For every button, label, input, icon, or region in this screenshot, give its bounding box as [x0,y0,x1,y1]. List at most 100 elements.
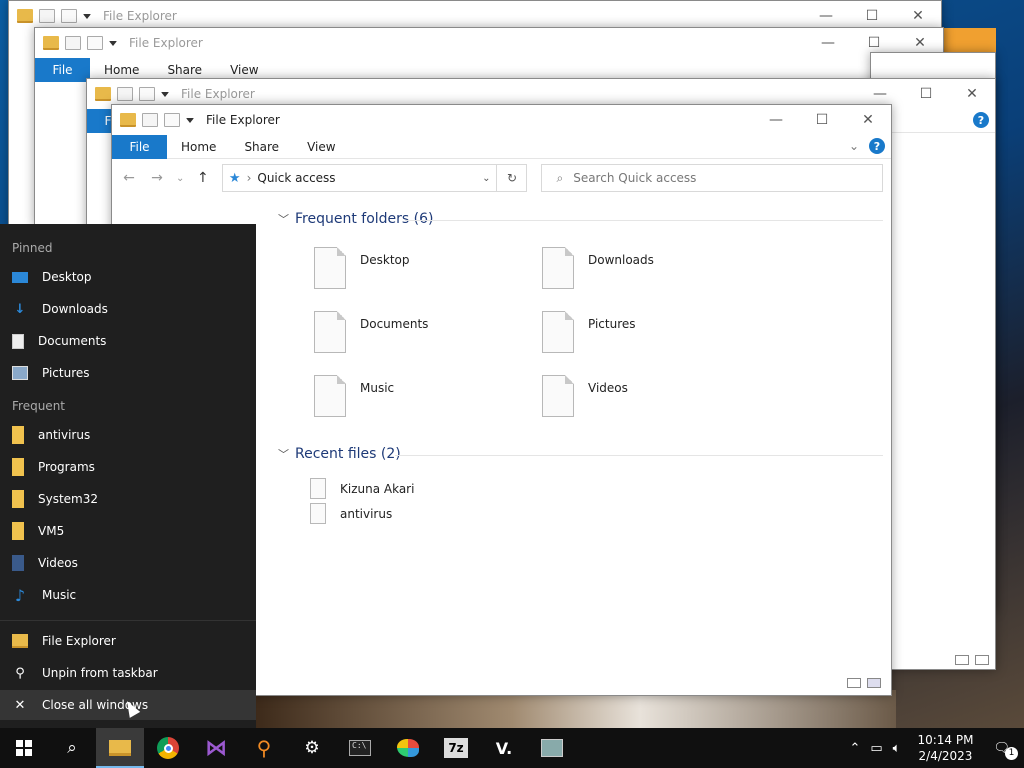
forward-button[interactable]: → [148,170,166,186]
tab-share[interactable]: Share [230,140,293,154]
taskbar-paint[interactable] [384,728,432,768]
recent-file-item[interactable]: Kizuna Akari [310,478,414,499]
taskbar-file-explorer[interactable] [96,728,144,768]
paint-icon [397,739,419,757]
frequent-folders-header[interactable]: ﹀ Frequent folders (6) [278,211,434,227]
quick-access-star-icon: ★ [228,170,241,186]
folder-tile-videos[interactable]: Videos [542,375,628,417]
taskbar-7zip[interactable]: 7z [432,728,480,768]
taskbar-visual-studio[interactable]: ⋈ [192,728,240,768]
clock[interactable]: 10:14 PM 2/4/2023 [905,732,985,764]
taskbar-magnifier[interactable]: ⚲ [240,728,288,768]
breadcrumb-chevron-icon[interactable]: › [247,171,252,185]
search-button[interactable]: ⌕ [48,728,96,768]
collapse-chevron-icon[interactable]: ﹀ [278,446,289,462]
folder-tile-pictures[interactable]: Pictures [542,311,636,353]
jump-item-videos[interactable]: Videos [0,548,256,578]
7zip-icon: 7z [444,738,468,758]
tab-home[interactable]: Home [167,140,230,154]
address-bar[interactable]: ★ › Quick access ⌄ ↻ [221,164,528,192]
refresh-icon[interactable]: ↻ [496,165,526,191]
folder-tile-downloads[interactable]: Downloads [542,247,654,289]
folder-icon [542,247,574,289]
taskbar-terminal[interactable]: C:\ [336,728,384,768]
videos-icon [12,555,24,571]
folder-icon [120,113,136,127]
close-icon: ✕ [14,697,26,713]
tab-file[interactable]: File [112,134,167,159]
jump-task-unpin[interactable]: ⚲ Unpin from taskbar [0,658,256,688]
tab-view[interactable]: View [293,140,349,154]
volume-icon[interactable]: 🔈︎ [888,741,906,756]
folder-icon [12,458,24,476]
file-icon [310,503,326,524]
pinned-header: Pinned [12,241,53,255]
view-layout-icons[interactable] [955,655,989,665]
folder-icon [314,375,346,417]
recent-files-header[interactable]: ﹀ Recent files (2) [278,446,401,462]
folder-icon [542,311,574,353]
network-icon[interactable]: ▭ [865,741,887,756]
jump-task-file-explorer[interactable]: File Explorer [0,626,256,656]
jump-item-vm5[interactable]: VM5 [0,516,256,546]
wallpaper-orange-patch [940,28,996,54]
ribbon-expand-icon[interactable]: ⌄ [849,139,859,153]
back-button[interactable]: ← [120,170,138,186]
v-app-icon: V. [495,738,513,758]
jump-item-antivirus[interactable]: antivirus [0,420,256,450]
taskbar-network-app[interactable] [528,728,576,768]
folder-icon [12,490,24,508]
notification-button[interactable]: 🗨︎ 1 [985,741,1024,760]
file-explorer-icon [109,740,131,756]
jump-item-music[interactable]: ♪ Music [0,580,256,610]
minimize-button[interactable]: — [753,105,799,135]
help-icon[interactable]: ? [869,138,885,154]
window-title: File Explorer [103,9,177,23]
taskbar-chrome[interactable] [144,728,192,768]
jump-item-downloads[interactable]: ↓ Downloads [0,294,256,324]
close-button[interactable]: ✕ [845,105,891,135]
magnifier-icon: ⚲ [256,736,272,760]
chevron-up-icon[interactable]: ⌃ [844,741,865,756]
properties-icon[interactable] [142,113,158,127]
start-button[interactable] [0,728,48,768]
frequent-header: Frequent [12,399,65,413]
desktop-icon [12,271,28,283]
up-button[interactable]: ↑ [194,170,212,186]
search-icon: ⌕ [556,170,564,185]
jump-item-desktop[interactable]: Desktop [0,262,256,292]
folder-tile-music[interactable]: Music [314,375,394,417]
window-title: File Explorer [129,36,203,50]
folder-tile-documents[interactable]: Documents [314,311,428,353]
maximize-button[interactable]: ☐ [799,105,845,135]
document-icon [12,333,24,349]
unpin-icon: ⚲ [15,665,25,681]
visual-studio-icon: ⋈ [205,735,227,761]
music-icon: ♪ [14,585,26,605]
clock-time: 10:14 PM [917,733,974,747]
jump-item-programs[interactable]: Programs [0,452,256,482]
chrome-icon [157,737,179,759]
details-view-icon[interactable] [847,678,861,688]
folder-icon [314,311,346,353]
recent-locations-icon[interactable]: ⌄ [176,173,184,184]
jump-item-system32[interactable]: System32 [0,484,256,514]
clock-date: 2/4/2023 [918,749,973,763]
qat-dropdown-icon[interactable] [186,118,194,126]
large-icons-view-icon[interactable] [867,678,881,688]
new-folder-icon[interactable] [164,113,180,127]
taskbar-settings[interactable]: ⚙ [288,728,336,768]
network-app-icon [541,739,563,757]
search-input[interactable]: ⌕ Search Quick access [541,164,883,192]
jump-item-documents[interactable]: Documents [0,326,256,356]
taskbar-v-app[interactable]: V. [480,728,528,768]
folder-tile-desktop[interactable]: Desktop [314,247,410,289]
collapse-chevron-icon[interactable]: ﹀ [278,211,289,227]
folder-icon [542,375,574,417]
file-icon [310,478,326,499]
recent-file-item[interactable]: antivirus [310,503,392,524]
address-dropdown-icon[interactable]: ⌄ [482,173,490,184]
view-layout-icons[interactable] [847,678,881,688]
jump-item-pictures[interactable]: Pictures [0,358,256,388]
window-title: File Explorer [181,87,255,101]
